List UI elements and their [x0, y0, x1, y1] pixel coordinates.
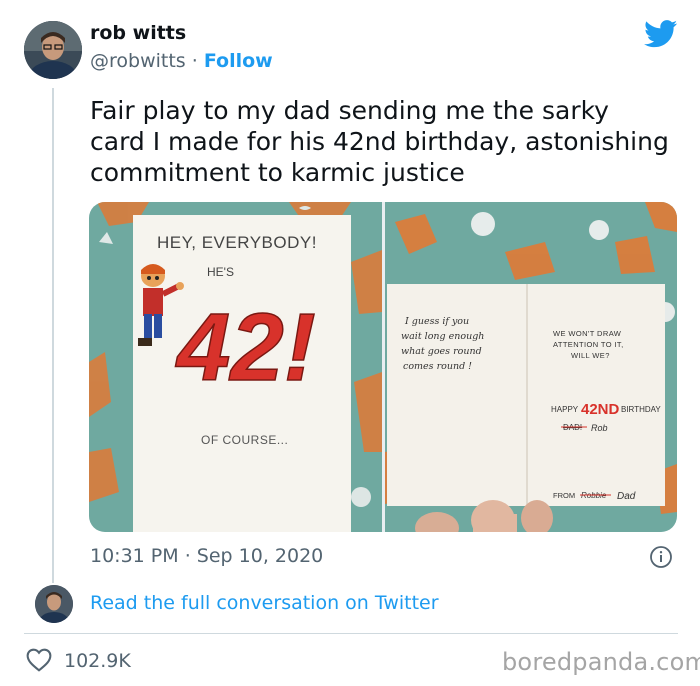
- photo-grid: HEY, EVERYBODY! HE'S 42! OF COURSE... I …: [89, 202, 677, 532]
- tweet-text: Fair play to my dad sending me the sarky…: [90, 96, 669, 187]
- happy-suffix: BIRTHDAY: [621, 405, 661, 414]
- thread-line: [52, 88, 54, 583]
- inside-right-line-2: ATTENTION TO IT,: [553, 340, 624, 349]
- inside-left-line-2: wait long enough: [401, 331, 484, 342]
- tweet-timestamp[interactable]: 10:31 PM · Sep 10, 2020: [90, 545, 323, 567]
- like-count: 102.9K: [64, 650, 131, 672]
- heart-outline-icon[interactable]: [26, 648, 52, 672]
- info-circle-icon[interactable]: [649, 545, 673, 569]
- author-avatar[interactable]: [24, 21, 82, 79]
- author-name[interactable]: rob witts: [90, 22, 186, 44]
- twitter-bird-icon[interactable]: [644, 20, 678, 48]
- author-handle[interactable]: @robwitts: [90, 50, 186, 72]
- photo-card-front[interactable]: HEY, EVERYBODY! HE'S 42! OF COURSE...: [89, 202, 382, 532]
- conversation-avatar[interactable]: [35, 585, 73, 623]
- inside-left-line-4: comes round !: [403, 361, 472, 372]
- inside-right-line-3: WILL WE?: [571, 351, 610, 360]
- signature: Rob: [591, 423, 608, 433]
- card-front-number: 42!: [174, 293, 316, 402]
- happy-prefix: HAPPY: [551, 405, 579, 414]
- tweet-date: Sep 10, 2020: [196, 545, 324, 567]
- meta-separator: ·: [191, 50, 198, 72]
- card-front-footer: OF COURSE...: [201, 433, 288, 447]
- follow-button[interactable]: Follow: [204, 50, 273, 72]
- card-front-hes: HE'S: [207, 265, 234, 279]
- inside-right-line-1: WE WON'T DRAW: [553, 329, 622, 338]
- boredpanda-watermark: boredpanda.com: [502, 648, 700, 676]
- timestamp-separator: ·: [184, 545, 191, 567]
- from-name: Dad: [617, 491, 636, 502]
- inside-left-line-3: what goes round: [401, 346, 482, 357]
- card-front-heading: HEY, EVERYBODY!: [157, 233, 317, 252]
- svg-text:42!: 42!: [175, 294, 316, 401]
- read-conversation-link[interactable]: Read the full conversation on Twitter: [90, 592, 439, 614]
- footer-divider: [24, 633, 678, 634]
- photo-card-inside[interactable]: I guess if you wait long enough what goe…: [385, 202, 677, 532]
- happy-number: 42ND: [581, 401, 620, 418]
- tweet-time: 10:31 PM: [90, 545, 179, 567]
- inside-left-line-1: I guess if you: [404, 316, 469, 327]
- author-meta: @robwitts · Follow: [90, 50, 273, 72]
- from-label: FROM: [553, 491, 575, 500]
